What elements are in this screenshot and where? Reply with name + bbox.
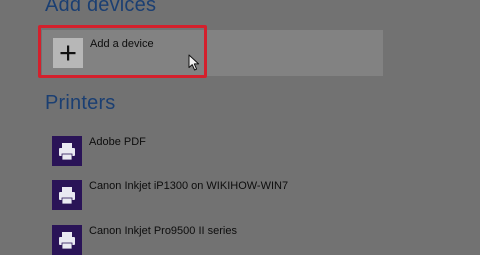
highlight-box [38, 25, 207, 78]
add-devices-heading: Add devices [45, 0, 157, 16]
printer-item-canon-ip1300[interactable]: Canon Inkjet iP1300 on WIKIHOW-WIN7 [52, 180, 432, 210]
printer-icon [52, 180, 82, 210]
printer-icon [52, 225, 82, 255]
mouse-cursor-icon [188, 54, 202, 72]
printer-label: Canon Inkjet iP1300 on WIKIHOW-WIN7 [89, 180, 289, 192]
printers-heading: Printers [45, 92, 116, 114]
printer-label: Adobe PDF [89, 136, 146, 148]
printer-label: Canon Inkjet Pro9500 II series [89, 225, 237, 237]
printer-icon [52, 136, 82, 166]
printer-item-adobe-pdf[interactable]: Adobe PDF [52, 136, 432, 166]
printer-item-canon-pro9500[interactable]: Canon Inkjet Pro9500 II series [52, 225, 432, 255]
